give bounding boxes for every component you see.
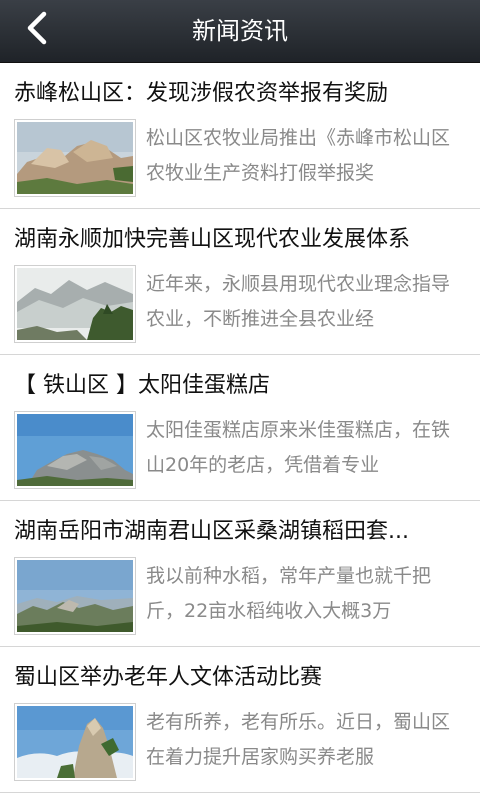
news-summary: 近年来，永顺县用现代农业理念指导农业，不断推进全县农业经 — [146, 273, 451, 330]
news-title: 湖南岳阳市湖南君山区采桑湖镇稻田套... — [14, 519, 409, 544]
news-thumbnail — [14, 703, 136, 781]
news-item[interactable]: 湖南岳阳市湖南君山区采桑湖镇稻田套... 我以前种水稻，常年产量也就千把斤，22… — [0, 501, 480, 647]
misty-mountain-image — [17, 268, 133, 340]
mountain-range-image — [17, 560, 133, 632]
news-item[interactable]: 赤峰松山区：发现涉假农资举报有奖励 松山区农牧业局推出《赤峰市松山区农牧业生产资… — [0, 63, 480, 209]
news-title: 蜀山区举办老年人文体活动比赛 — [14, 665, 323, 690]
news-thumbnail — [14, 265, 136, 343]
cloud-peak-image — [17, 706, 133, 778]
news-thumbnail — [14, 557, 136, 635]
news-summary: 我以前种水稻，常年产量也就千把斤，22亩水稻纯收入大概3万 — [146, 565, 432, 622]
news-summary: 松山区农牧业局推出《赤峰市松山区农牧业生产资料打假举报奖 — [146, 127, 451, 184]
news-title: 赤峰松山区：发现涉假农资举报有奖励 — [14, 81, 389, 106]
news-item[interactable]: 【 铁山区 】太阳佳蛋糕店 太阳佳蛋糕店原来米佳蛋糕店，在铁山20年的老店，凭借… — [0, 355, 480, 501]
news-title: 【 铁山区 】太阳佳蛋糕店 — [14, 373, 270, 398]
rocky-peak-image — [17, 122, 133, 194]
top-bar: 新闻资讯 — [0, 0, 480, 63]
news-summary: 老有所养，老有所乐。近日，蜀山区在着力提升居家购买养老服 — [146, 711, 451, 768]
blue-sky-rock-image — [17, 414, 133, 486]
news-thumbnail — [14, 411, 136, 489]
page-title: 新闻资讯 — [192, 17, 288, 45]
news-item[interactable]: 蜀山区举办老年人文体活动比赛 老有所养，老有所乐。近日，蜀山区在着力提升居家购买… — [0, 647, 480, 793]
news-list: 赤峰松山区：发现涉假农资举报有奖励 松山区农牧业局推出《赤峰市松山区农牧业生产资… — [0, 63, 480, 793]
news-title: 湖南永顺加快完善山区现代农业发展体系 — [14, 227, 411, 252]
news-item[interactable]: 湖南永顺加快完善山区现代农业发展体系 近年来，永顺县用现代农业理念指导农业，不断… — [0, 209, 480, 355]
news-summary: 太阳佳蛋糕店原来米佳蛋糕店，在铁山20年的老店，凭借着专业 — [146, 419, 451, 476]
news-thumbnail — [14, 119, 136, 197]
